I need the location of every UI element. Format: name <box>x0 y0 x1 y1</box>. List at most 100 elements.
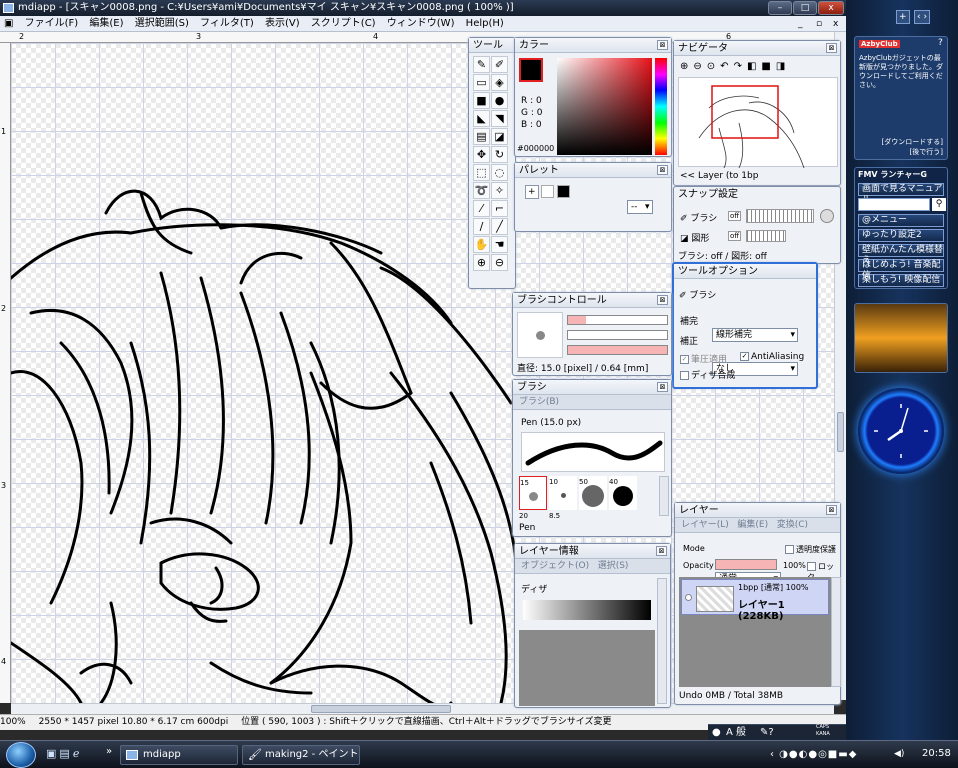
add-swatch-button[interactable]: + <box>525 185 539 199</box>
quick-launch-chevron[interactable]: » <box>106 746 112 757</box>
task-mdiapp[interactable]: mdiapp <box>120 745 238 765</box>
interp-select[interactable]: 線形補完 <box>712 328 798 342</box>
opacity-slider[interactable] <box>715 559 777 570</box>
desktop-icon[interactable]: ▣ <box>46 747 59 760</box>
navigator-preview[interactable] <box>678 77 838 169</box>
lock-checkbox[interactable] <box>807 562 816 571</box>
system-tray-icons[interactable]: ‹ ◑●◐●◎■▬◆ <box>770 749 857 760</box>
fmv-manual-button[interactable]: 画面で見るマニュアル <box>858 183 944 205</box>
menu-view[interactable]: 表示(V) <box>261 16 304 31</box>
fmv-search-input[interactable] <box>858 198 930 211</box>
window-switch-icon[interactable]: ▤ <box>59 747 72 760</box>
rect-select-icon[interactable]: ⬚ <box>473 164 490 181</box>
close-icon[interactable]: ⊠ <box>656 546 667 556</box>
doc-icon[interactable]: ▣ <box>0 16 17 31</box>
zoom-out-icon[interactable]: ⊖ <box>693 61 706 72</box>
volume-icon[interactable]: ◀) <box>894 749 904 759</box>
foreground-color-swatch[interactable] <box>519 58 543 82</box>
tab-edit[interactable]: 編集(E) <box>737 520 768 530</box>
fmv-settings-button[interactable]: ゆったり設定2 <box>858 229 944 242</box>
fmv-wallpaper-button[interactable]: 壁紙かんたん模様替え <box>858 244 944 266</box>
ime-mode[interactable]: A 般 <box>726 725 746 740</box>
scroll-thumb[interactable] <box>837 412 844 452</box>
zoom-fit-icon[interactable]: ⊙ <box>707 61 720 72</box>
pen-select-icon[interactable]: ∕ <box>473 218 490 235</box>
saturation-value-picker[interactable] <box>557 58 652 155</box>
zoom-tool-icon[interactable]: ⊕ <box>473 254 490 271</box>
close-icon[interactable]: ⊠ <box>657 40 668 50</box>
ellipse-select-icon[interactable]: ◌ <box>491 164 508 181</box>
lasso-tool-icon[interactable]: ◥ <box>491 110 508 127</box>
later-link[interactable]: [後で行う] <box>910 147 943 157</box>
magic-wand-icon[interactable]: ✧ <box>491 182 508 199</box>
line-tool-icon[interactable]: ╱ <box>491 218 508 235</box>
brush-preset-10[interactable]: 10 <box>549 476 577 510</box>
minimize-button[interactable]: – <box>768 1 792 15</box>
add-gadget-button[interactable]: + <box>896 10 910 24</box>
doc-minimize-button[interactable]: _ <box>798 17 803 32</box>
close-button[interactable]: x <box>818 1 844 15</box>
hand-rotate-icon[interactable]: ☚ <box>491 236 508 253</box>
dither-checkbox[interactable] <box>680 371 689 380</box>
visibility-icon[interactable] <box>685 594 692 601</box>
help-icon[interactable]: ? <box>938 38 943 48</box>
snap-shape-off-toggle[interactable]: off <box>728 231 742 241</box>
fill-tool-icon[interactable]: ◈ <box>491 74 508 91</box>
select-tool-icon[interactable]: ◣ <box>473 110 490 127</box>
pen-tool-icon[interactable]: ✎ <box>473 56 490 73</box>
rotate-left-icon[interactable]: ↶ <box>720 61 733 72</box>
flip-icon[interactable]: ◧ <box>747 61 761 72</box>
brush-tool-icon[interactable]: ✐ <box>491 56 508 73</box>
menu-script[interactable]: スクリプト(C) <box>307 16 380 31</box>
protect-alpha-checkbox[interactable] <box>785 545 794 554</box>
menu-filter[interactable]: フィルタ(T) <box>196 16 258 31</box>
rect-tool-icon[interactable]: ■ <box>473 92 490 109</box>
slideshow-gadget[interactable] <box>854 303 948 373</box>
dropper-tool-icon[interactable]: ⁄ <box>473 200 490 217</box>
lasso-select-icon[interactable]: ➰ <box>473 182 490 199</box>
brush-preset-15[interactable]: 15 <box>519 476 547 510</box>
brush-preset-20[interactable]: 20 <box>519 512 528 520</box>
snap-settings-icon[interactable] <box>820 209 834 223</box>
palette-select[interactable]: -- <box>627 200 653 214</box>
layer-row[interactable]: 1bpp [通常] 100% レイヤー1 (228KB) <box>681 579 829 622</box>
rotate-tool-icon[interactable]: ↻ <box>491 146 508 163</box>
close-icon[interactable]: ⊠ <box>826 43 837 53</box>
fmv-music-button[interactable]: はじめよう! 音楽配信 <box>858 259 944 281</box>
close-icon[interactable]: ⊠ <box>657 165 668 175</box>
gadget-nav-button[interactable]: ‹ › <box>914 10 931 24</box>
palette-swatch-white[interactable] <box>541 185 554 198</box>
rotate-right-icon[interactable]: ↷ <box>734 61 747 72</box>
tab-selection[interactable]: 選択(S) <box>598 561 629 571</box>
ie-icon[interactable]: ℯ <box>73 747 83 760</box>
snap-shape-modes[interactable] <box>746 230 786 242</box>
menu-edit[interactable]: 編集(E) <box>85 16 127 31</box>
text-tool-icon[interactable]: ⌐ <box>491 200 508 217</box>
zoom-in-icon[interactable]: ⊕ <box>680 61 693 72</box>
close-icon[interactable]: ⊠ <box>826 505 837 515</box>
eraser-tool-icon[interactable]: ▭ <box>473 74 490 91</box>
zoom-out-icon[interactable]: ⊖ <box>491 254 508 271</box>
ime-tools-icon[interactable]: ✎? <box>760 725 774 740</box>
reset-icon[interactable]: ■ <box>761 61 775 72</box>
shape-tool-icon[interactable]: ◪ <box>491 128 508 145</box>
size-slider[interactable] <box>567 315 668 325</box>
menu-file[interactable]: ファイル(F) <box>21 16 83 31</box>
tab-layer[interactable]: レイヤー(L) <box>681 520 729 530</box>
search-icon[interactable]: ⚲ <box>932 198 946 211</box>
mirror-icon[interactable]: ◨ <box>776 61 790 72</box>
menu-selection[interactable]: 選択範囲(S) <box>131 16 193 31</box>
brush-preset-8-5[interactable]: 8.5 <box>549 512 560 520</box>
maximize-button[interactable]: □ <box>793 1 817 15</box>
download-link[interactable]: [ダウンロードする] <box>882 137 943 147</box>
brush-subtab[interactable]: ブラシ(B) <box>513 395 671 410</box>
tab-transform[interactable]: 変換(C) <box>777 520 808 530</box>
task-paint[interactable]: 🖌 making2 - ペイント <box>242 745 360 765</box>
antialias-checkbox[interactable]: ✓ <box>740 352 749 361</box>
snap-brush-off-toggle[interactable]: off <box>728 211 742 221</box>
palette-swatch-black[interactable] <box>557 185 570 198</box>
layer-info-scrollbar[interactable] <box>657 578 667 704</box>
close-icon[interactable]: ⊠ <box>657 295 668 305</box>
brush-preset-40[interactable]: 40 <box>609 476 637 510</box>
ellipse-tool-icon[interactable]: ● <box>491 92 508 109</box>
